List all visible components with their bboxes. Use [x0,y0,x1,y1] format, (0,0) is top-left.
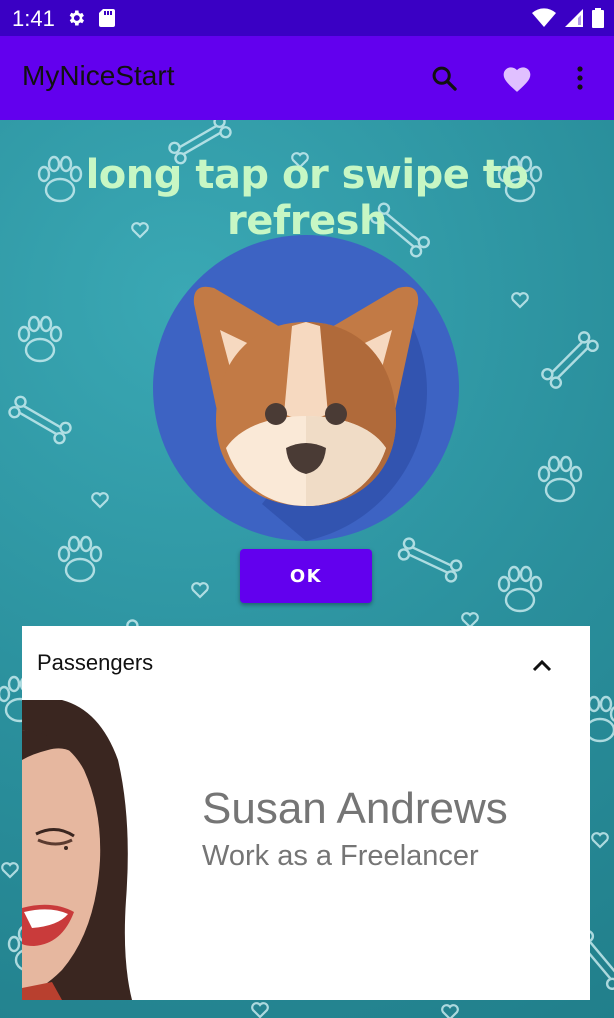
settings-icon [66,8,86,32]
signal-icon [564,8,584,32]
corgi-dog-avatar[interactable] [152,234,460,542]
heart-icon[interactable] [501,62,533,94]
app-title: MyNiceStart [22,60,175,91]
passengers-card: Passengers Susan Andrews Work as a Freel… [22,626,590,1000]
status-bar: 1:41 [0,0,614,36]
person-name: Susan Andrews [202,784,508,833]
app-bar: MyNiceStart [0,36,614,120]
ok-button[interactable]: OK [240,549,372,603]
battery-icon [592,8,604,32]
overflow-menu-icon[interactable] [564,62,596,94]
card-header[interactable]: Passengers [22,626,590,700]
card-title: Passengers [37,650,154,675]
sd-card-icon [98,8,116,32]
main-content[interactable]: long tap or swipe to refresh OK Passenge… [0,120,614,1018]
wifi-icon [532,8,556,32]
status-time: 1:41 [12,6,55,31]
search-icon[interactable] [428,62,460,94]
chevron-up-icon[interactable] [530,654,554,678]
person-photo [22,700,132,1000]
refresh-hint: long tap or swipe to refresh [85,152,529,244]
person-role: Work as a Freelancer [202,840,479,872]
